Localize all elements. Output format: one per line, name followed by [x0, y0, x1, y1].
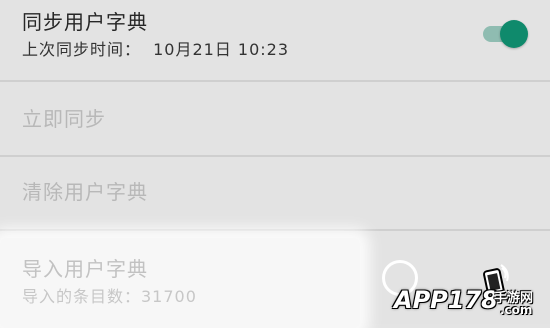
- import-count: 导入的条目数：31700: [22, 287, 197, 306]
- sync-now-title: 立即同步: [22, 107, 106, 131]
- import-toggle-ring[interactable]: [382, 260, 418, 296]
- sync-dictionary-row[interactable]: 同步用户字典 上次同步时间： 10月21日 10:23: [0, 10, 550, 74]
- divider: [0, 155, 550, 157]
- settings-screen: 同步用户字典 上次同步时间： 10月21日 10:23 立即同步 清除用户字典 …: [0, 0, 550, 328]
- clear-dictionary-title: 清除用户字典: [22, 180, 148, 204]
- divider: [0, 229, 550, 231]
- last-sync-time: 上次同步时间： 10月21日 10:23: [22, 40, 550, 60]
- clear-dictionary-row[interactable]: 清除用户字典: [0, 180, 550, 220]
- import-dictionary-title: 导入用户字典: [22, 257, 148, 281]
- last-sync-value: 10月21日 10:23: [153, 40, 290, 59]
- sync-now-row[interactable]: 立即同步: [0, 107, 550, 147]
- last-sync-label: 上次同步时间：: [22, 40, 142, 59]
- toggle-thumb: [500, 20, 528, 48]
- divider: [0, 80, 550, 82]
- import-dictionary-row[interactable]: 导入用户字典 导入的条目数：31700: [0, 257, 550, 307]
- sync-dictionary-title: 同步用户字典: [22, 10, 148, 34]
- sync-dictionary-toggle[interactable]: [481, 18, 529, 50]
